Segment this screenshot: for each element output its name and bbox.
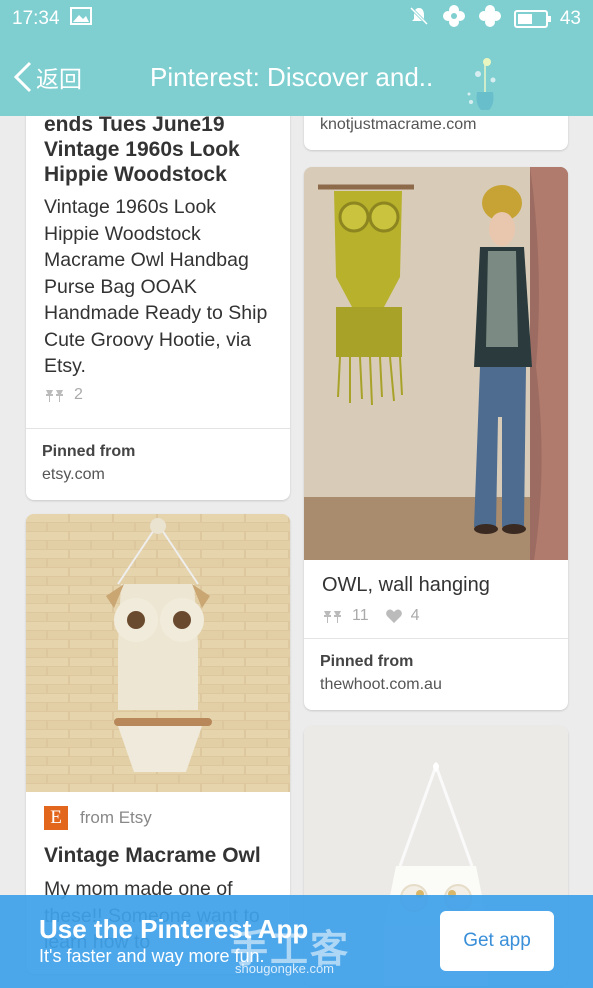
repin-count: 2 [74,385,83,403]
pinned-source: thewhoot.com.au [320,676,442,693]
owl-macrame-image[interactable] [26,514,290,792]
pin-card-partial[interactable]: knotjustmacrame.com [304,116,568,150]
pinned-from-label: Pinned from [320,653,414,670]
owl-wall-hanging-image[interactable] [304,167,568,560]
like-count: 4 [410,606,420,624]
pin-description: Vintage 1960s Look Hippie Woodstock Macr… [44,196,268,377]
etsy-logo-icon: E [44,806,68,830]
repin-icon [46,389,63,402]
back-label: 返回 [36,66,82,92]
status-time: 17:34 [12,8,60,29]
pinned-from-label: Pinned from [42,443,136,460]
flower-alt-icon [478,4,502,34]
pin-card-handbag[interactable]: ends Tues June19 Vintage 1960s Look Hipp… [26,116,290,500]
watermark-url: shougongke.com [235,961,335,976]
back-button[interactable]: 返回 [0,60,140,94]
pin-stats: 2 [44,386,272,404]
status-bar: 17:34 43 [0,0,593,38]
battery-percent: 43 [559,8,581,29]
mute-icon [408,5,430,33]
source-row: E from Etsy [44,806,272,830]
repin-count: 11 [352,606,369,624]
pinned-from[interactable]: Pinned from etsy.com [26,428,290,500]
flower-icon [442,4,466,34]
vase-decoration-icon [465,56,501,117]
pin-title: OWL, wall hanging [322,574,490,596]
pin-stats: 11 4 [322,607,550,625]
image-notification-icon [69,7,92,31]
pinned-source: etsy.com [42,466,105,483]
repin-icon [324,610,341,623]
get-app-button[interactable]: Get app [440,911,554,971]
heart-icon [385,609,402,623]
chevron-left-icon [13,61,32,93]
pin-feed[interactable]: ends Tues June19 Vintage 1960s Look Hipp… [0,116,593,988]
battery-icon [513,10,551,28]
pinned-source: knotjustmacrame.com [320,116,477,133]
pin-title: Vintage Macrame Owl [44,844,261,867]
from-source-label: from Etsy [80,808,152,827]
pin-card-owl-wall-hanging[interactable]: OWL, wall hanging 11 4 Pinned from thewh… [304,167,568,710]
pin-heading: ends Tues June19 Vintage 1960s Look Hipp… [44,116,240,190]
pinned-from[interactable]: Pinned from thewhoot.com.au [304,638,568,710]
nav-bar: 返回 Pinterest: Discover and.. [0,38,593,116]
page-title: Pinterest: Discover and.. [150,61,434,92]
